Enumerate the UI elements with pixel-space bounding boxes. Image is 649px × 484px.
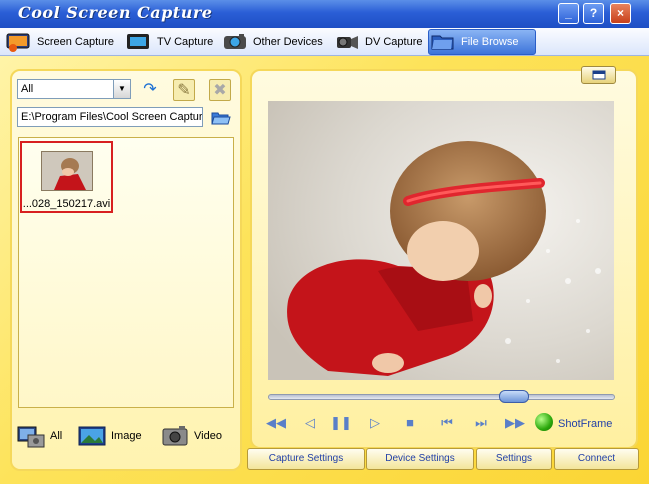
filter-all[interactable]: All [16, 423, 62, 449]
video-camera-icon [162, 426, 188, 446]
all-files-icon [17, 426, 45, 448]
tab-screen-capture[interactable]: Screen Capture [5, 29, 114, 55]
screen-capture-icon [6, 33, 30, 52]
delete-icon[interactable]: ✖ [209, 79, 231, 101]
close-button[interactable]: × [610, 3, 631, 24]
tab-other-devices[interactable]: Other Devices [221, 29, 323, 55]
tab-tv-capture[interactable]: TV Capture [125, 29, 213, 55]
view-mode-button[interactable] [581, 66, 616, 84]
file-type-select-value: All [21, 83, 34, 95]
video-preview[interactable] [268, 101, 614, 380]
video-frame [268, 101, 614, 380]
skip-forward-icon[interactable]: ⏭ [470, 414, 492, 432]
window-icon [592, 70, 606, 80]
image-icon [78, 426, 106, 446]
tab-label: File Browse [461, 36, 519, 48]
tab-label: Screen Capture [37, 36, 115, 48]
tab-label: Other Devices [253, 36, 323, 48]
folder-open-icon[interactable] [211, 110, 231, 126]
folder-browse-icon [431, 35, 454, 50]
shot-frame-button[interactable] [535, 413, 553, 431]
connect-button[interactable]: Connect [554, 448, 639, 470]
title-bar: Cool Screen Capture _ ? × [0, 0, 649, 28]
skip-back-icon[interactable]: ⏮ [436, 414, 458, 432]
file-type-select[interactable]: All ▼ [17, 79, 131, 99]
tab-bar: Screen Capture TV Capture Other Devices … [0, 28, 649, 56]
minimize-button[interactable]: _ [558, 3, 579, 24]
video-thumbnail-image [42, 152, 92, 190]
filter-all-label: All [50, 430, 63, 442]
play-icon[interactable]: ▷ [364, 414, 386, 432]
device-settings-button[interactable]: Device Settings [366, 448, 474, 470]
filter-video[interactable]: Video [160, 423, 222, 449]
video-thumbnail [41, 151, 93, 191]
shot-frame-label[interactable]: ShotFrame [558, 418, 612, 430]
path-field[interactable]: E:\Program Files\Cool Screen Capture [17, 107, 203, 127]
seek-track[interactable] [268, 394, 615, 400]
fast-forward-icon[interactable]: ▶▶ [504, 414, 526, 432]
refresh-icon[interactable]: ↷ [139, 79, 161, 101]
chevron-down-icon[interactable]: ▼ [113, 80, 130, 98]
filter-video-label: Video [194, 430, 222, 442]
capture-settings-button[interactable]: Capture Settings [247, 448, 365, 470]
settings-button[interactable]: Settings [476, 448, 552, 470]
filter-image[interactable]: Image [77, 423, 142, 449]
window-title: Cool Screen Capture [18, 3, 213, 22]
tab-label: TV Capture [157, 36, 214, 48]
tab-file-browse[interactable]: File Browse [428, 29, 536, 55]
tab-label: DV Capture [365, 36, 423, 48]
help-button[interactable]: ? [583, 3, 604, 24]
pause-icon[interactable]: ❚❚ [330, 414, 352, 432]
seek-thumb[interactable] [499, 390, 530, 403]
rewind-icon[interactable]: ◀◀ [265, 414, 287, 432]
list-item[interactable]: ...028_150217.avi [20, 141, 113, 213]
file-list[interactable]: ...028_150217.avi [18, 137, 234, 408]
tab-dv-capture[interactable]: DV Capture [333, 29, 422, 55]
tv-icon [127, 34, 149, 49]
stop-icon[interactable]: ■ [399, 414, 421, 432]
filter-image-label: Image [111, 430, 142, 442]
camera-icon [224, 34, 246, 49]
file-name: ...028_150217.avi [22, 198, 111, 210]
previous-frame-icon[interactable]: ◁ [299, 414, 321, 432]
camcorder-icon [337, 36, 358, 49]
edit-icon[interactable]: ✎ [173, 79, 195, 101]
